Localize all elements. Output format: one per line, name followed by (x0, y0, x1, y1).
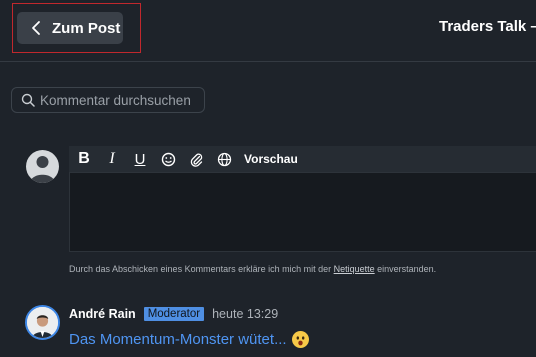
emoji-button[interactable] (154, 146, 182, 172)
current-user-avatar (26, 150, 59, 183)
comment-search-field[interactable] (11, 87, 205, 113)
chevron-left-icon (21, 20, 51, 36)
comment-timestamp: heute 13:29 (212, 307, 279, 321)
globe-icon (217, 152, 231, 166)
search-icon (17, 93, 39, 107)
channel-title: Traders Talk – (439, 18, 536, 35)
submission-disclaimer: Durch das Abschicken eines Kommentars er… (69, 264, 436, 274)
comment-text: Das Momentum-Monster wütet... (69, 331, 287, 348)
comment-body: Das Momentum-Monster wütet... (69, 331, 309, 348)
disclaimer-text-before: Durch das Abschicken eines Kommentars er… (69, 264, 334, 274)
moderator-badge: Moderator (143, 307, 205, 321)
emoji-icon (161, 152, 175, 166)
top-header: Zum Post Traders Talk – (0, 0, 536, 62)
paperclip-icon (190, 153, 202, 167)
comment-editor: B I U Vorschau (69, 146, 536, 252)
comment-author-avatar[interactable] (25, 305, 60, 340)
surprised-face-emoji-icon (291, 331, 309, 348)
italic-button[interactable]: I (98, 146, 126, 172)
comment-meta: André Rain Moderator heute 13:29 (69, 307, 278, 321)
bold-icon: B (78, 150, 90, 167)
comment-textarea[interactable] (69, 172, 536, 252)
attachment-button[interactable] (182, 146, 210, 172)
preview-button[interactable]: Vorschau (244, 152, 298, 166)
comment-search-input[interactable] (40, 92, 200, 108)
comment-author[interactable]: André Rain (69, 307, 136, 321)
italic-icon: I (109, 150, 115, 167)
bold-button[interactable]: B (70, 146, 98, 172)
back-button-label: Zum Post (52, 19, 121, 37)
back-to-post-button[interactable]: Zum Post (17, 12, 123, 44)
underline-icon: U (134, 150, 146, 168)
netiquette-link[interactable]: Netiquette (334, 264, 375, 274)
link-button[interactable] (210, 146, 238, 172)
editor-toolbar: B I U Vorschau (69, 146, 536, 172)
underline-button[interactable]: U (126, 146, 154, 172)
disclaimer-text-after: einverstanden. (374, 264, 437, 274)
